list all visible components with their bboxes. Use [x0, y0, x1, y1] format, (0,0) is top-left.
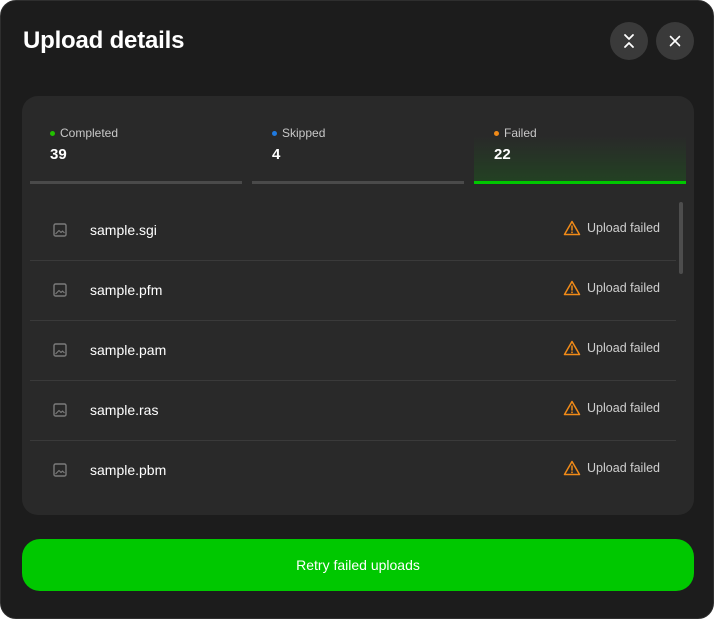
warning-icon	[563, 460, 581, 476]
tab-count: 22	[494, 146, 511, 163]
warning-icon	[563, 280, 581, 296]
tab-count: 4	[272, 146, 281, 163]
status-tabs: Completed 39 Skipped 4 Failed 22	[30, 96, 686, 184]
retry-failed-uploads-button[interactable]: Retry failed uploads	[22, 539, 694, 591]
status-dot	[494, 130, 499, 136]
status-badge: Upload failed	[563, 280, 660, 296]
collapse-button[interactable]	[610, 22, 648, 60]
list-item[interactable]: sample.pfm Upload failed	[30, 261, 676, 321]
list-item[interactable]: sample.pam Upload failed	[30, 321, 676, 381]
status-text: Upload failed	[587, 281, 660, 295]
tab-count: 39	[50, 146, 67, 163]
file-name: sample.pfm	[90, 282, 163, 298]
image-file-icon	[53, 463, 67, 477]
tab-label: Skipped	[282, 126, 326, 140]
tab-label: Completed	[60, 126, 119, 140]
tab-indicator	[30, 181, 242, 184]
tab-label: Failed	[504, 126, 537, 140]
tab-failed[interactable]: Failed 22	[474, 96, 686, 184]
image-file-icon	[53, 283, 67, 297]
list-scrollbar[interactable]	[679, 202, 683, 274]
list-item[interactable]: sample.sgi Upload failed	[30, 201, 676, 261]
status-dot	[272, 130, 277, 136]
upload-summary-panel: Completed 39 Skipped 4 Failed 22 sample.…	[22, 96, 694, 515]
collapse-arrows-icon	[624, 34, 634, 48]
tab-skipped[interactable]: Skipped 4	[252, 96, 464, 184]
warning-icon	[563, 220, 581, 236]
status-dot	[50, 130, 55, 136]
tab-completed[interactable]: Completed 39	[30, 96, 242, 184]
list-item[interactable]: sample.ras Upload failed	[30, 381, 676, 441]
image-file-icon	[53, 403, 67, 417]
status-badge: Upload failed	[563, 340, 660, 356]
status-text: Upload failed	[587, 461, 660, 475]
close-icon	[669, 35, 681, 47]
status-badge: Upload failed	[563, 220, 660, 236]
file-name: sample.pam	[90, 342, 167, 358]
list-item[interactable]: sample.pbm Upload failed	[30, 441, 676, 501]
close-button[interactable]	[656, 22, 694, 60]
status-text: Upload failed	[587, 341, 660, 355]
failed-files-list: sample.sgi Upload failed sample.pfm Uplo…	[30, 201, 676, 501]
status-text: Upload failed	[587, 401, 660, 415]
warning-icon	[563, 340, 581, 356]
image-file-icon	[53, 343, 67, 357]
file-name: sample.sgi	[90, 222, 157, 238]
dialog-title: Upload details	[23, 27, 185, 54]
tab-indicator	[252, 181, 464, 184]
status-text: Upload failed	[587, 221, 660, 235]
file-name: sample.pbm	[90, 462, 167, 478]
file-name: sample.ras	[90, 402, 159, 418]
upload-details-dialog: Upload details Completed 39 Skipped 4 Fa…	[0, 0, 714, 619]
warning-icon	[563, 400, 581, 416]
image-file-icon	[53, 223, 67, 237]
status-badge: Upload failed	[563, 400, 660, 416]
status-badge: Upload failed	[563, 460, 660, 476]
tab-indicator	[474, 181, 686, 184]
